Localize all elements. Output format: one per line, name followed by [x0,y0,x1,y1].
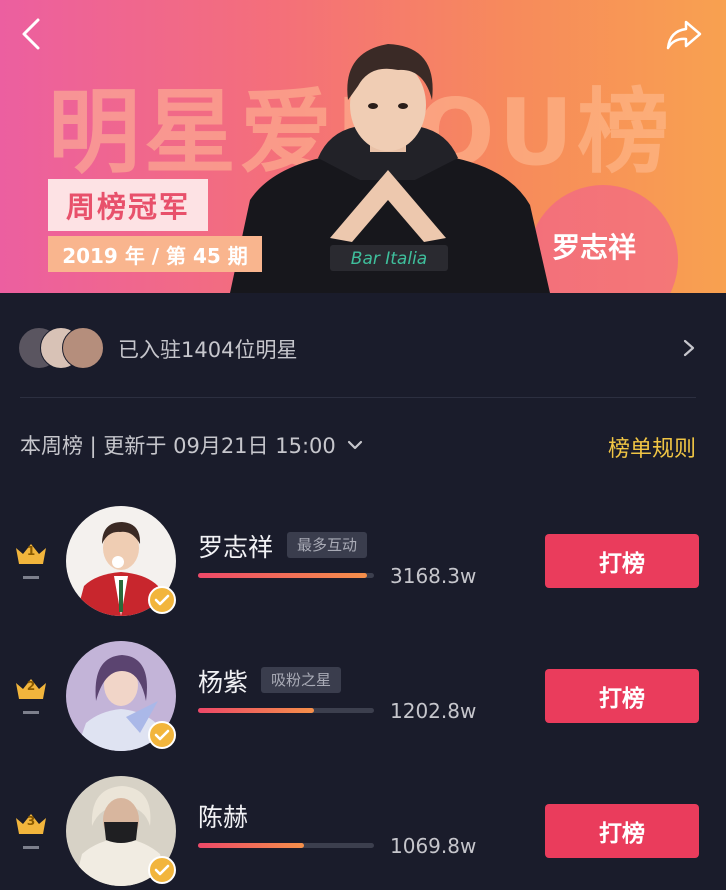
star-name: 陈赫 [198,803,249,832]
rank-change-indicator [23,711,39,714]
divider [20,397,696,398]
score-progress [198,573,374,578]
score-progress-fill [198,843,304,848]
stars-joined-text: 已入驻1404位明星 [118,338,298,362]
period-tag: 2019 年 / 第 45 期 [48,236,262,272]
score-progress-fill [198,708,315,713]
vote-button[interactable]: 打榜 [545,534,699,588]
rank-change-indicator [23,576,39,579]
score-progress [198,843,374,848]
chevron-right-icon [683,339,695,357]
winner-name: 罗志祥 [552,231,637,264]
star-avatars [18,327,108,369]
rank-change-indicator [23,846,39,849]
rules-link[interactable]: 榜单规则 [608,431,696,463]
ranking-row: 3 陈赫 1069.8w 打榜 [0,776,726,888]
star-name: 杨紫 [198,668,249,697]
star-badge: 吸粉之星 [261,667,342,693]
star-badge: 最多互动 [287,532,368,558]
ranking-row: 2 杨紫 吸粉之星 1202.8w 打榜 [0,641,726,753]
verified-check-icon [148,586,176,614]
score-value: 3168.3w [390,564,477,588]
verified-check-icon [148,856,176,884]
rank-number: 2 [26,679,36,693]
vote-button[interactable]: 打榜 [545,804,699,858]
ranking-row: 1 罗志祥 最多互动 3168.3w 打榜 [0,506,726,618]
champion-tag: 周榜冠军 [48,179,208,231]
vote-button[interactable]: 打榜 [545,669,699,723]
score-progress-fill [198,573,367,578]
week-label: 本周榜 | 更新于 09月21日 15:00 [20,434,336,458]
svg-text:Bar Italia: Bar Italia [351,249,427,269]
winner-photo: Bar Italia [230,44,550,293]
week-selector[interactable]: 本周榜 | 更新于 09月21日 15:00 [20,430,364,460]
score-progress [198,708,374,713]
verified-check-icon [148,721,176,749]
score-value: 1202.8w [390,699,477,723]
stars-joined-row[interactable]: 已入驻1404位明星 [0,318,726,378]
star-name: 罗志祥 [198,533,274,562]
rank-number: 3 [26,814,36,828]
avatar [62,327,104,369]
share-icon[interactable] [664,14,704,54]
hero-banner: 明星爱DOU榜 Bar Italia 周榜冠军 2019 年 / 第 45 期 … [0,0,726,293]
back-icon[interactable] [14,14,48,54]
rank-number: 1 [26,544,36,558]
score-value: 1069.8w [390,834,477,858]
chevron-down-icon [347,440,362,450]
